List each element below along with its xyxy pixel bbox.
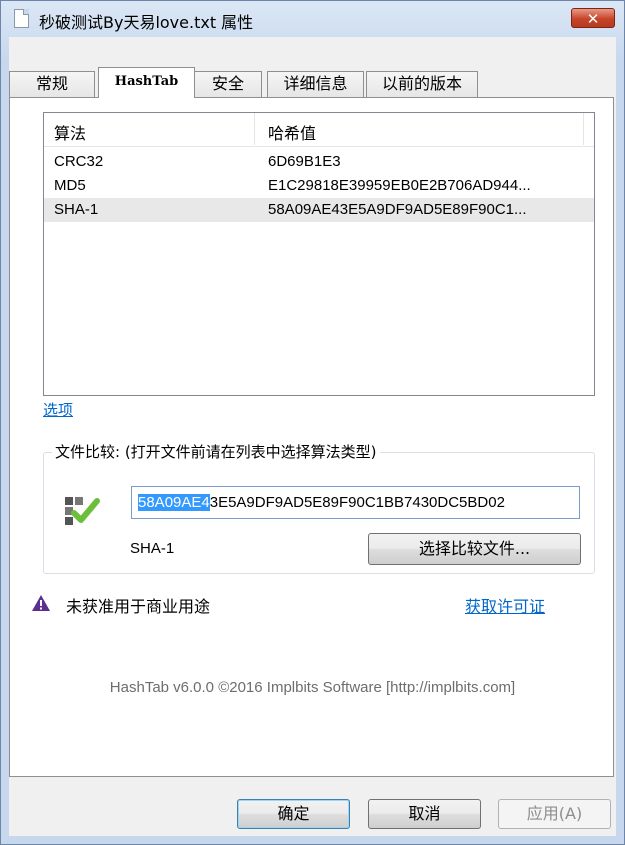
hash-list[interactable]: 算法 哈希值 CRC32 6D69B1E3 MD5 E1C29818E39959… (43, 112, 595, 396)
warning-icon (32, 595, 50, 611)
row-hash: E1C29818E39959EB0E2B706AD944... (268, 177, 531, 194)
row-algorithm: CRC32 (54, 153, 104, 170)
tab-previous-versions[interactable]: 以前的版本 (366, 71, 478, 97)
compare-hash-input[interactable]: 58A09AE43E5A9DF9AD5E89F90C1BB7430DC5BD02 (131, 486, 580, 519)
text-file-icon (14, 9, 29, 28)
compare-algorithm-label: SHA-1 (130, 540, 175, 557)
dialog-body: 常规 HashTab 安全 详细信息 以前的版本 算法 哈希值 CRC32 6D… (9, 37, 616, 836)
tab-general[interactable]: 常规 (9, 71, 95, 97)
input-remaining-text: 3E5A9DF9AD5E89F90C1BB7430DC5BD02 (209, 494, 505, 511)
list-header: 算法 哈希值 (44, 113, 594, 147)
hash-match-icon (65, 497, 100, 525)
row-hash: 58A09AE43E5A9DF9AD5E89F90C1... (268, 201, 527, 218)
column-algorithm[interactable]: 算法 (54, 120, 86, 144)
get-license-link[interactable]: 获取许可证 (465, 593, 545, 617)
select-compare-file-button[interactable]: 选择比较文件... (368, 533, 581, 565)
tab-hashtab[interactable]: HashTab (98, 67, 195, 98)
tab-details[interactable]: 详细信息 (267, 71, 364, 97)
apply-button[interactable]: 应用(A) (498, 799, 611, 829)
input-selected-text: 58A09AE4 (138, 494, 210, 511)
column-separator[interactable] (254, 113, 255, 145)
file-compare-group: 文件比较: (打开文件前请在列表中选择算法类型) 58A09AE43E5A9DF… (43, 441, 595, 574)
hash-row-sha1[interactable]: SHA-1 58A09AE43E5A9DF9AD5E89F90C1... (44, 198, 594, 222)
license-warning-text: 未获准用于商业用途 (66, 597, 211, 616)
hashtab-page: 算法 哈希值 CRC32 6D69B1E3 MD5 E1C29818E39959… (9, 97, 614, 777)
about-text: HashTab v6.0.0 ©2016 Implbits Software [… (109, 679, 516, 696)
options-link[interactable]: 选项 (43, 399, 73, 420)
row-algorithm: SHA-1 (54, 201, 99, 218)
tab-security[interactable]: 安全 (194, 71, 262, 97)
hash-row-crc32[interactable]: CRC32 6D69B1E3 (44, 150, 594, 174)
title-bar[interactable]: 秒破测试By天易love.txt 属性 ✕ (1, 1, 624, 37)
hash-row-md5[interactable]: MD5 E1C29818E39959EB0E2B706AD944... (44, 174, 594, 198)
window-title: 秒破测试By天易love.txt 属性 (39, 13, 254, 32)
cancel-button[interactable]: 取消 (368, 799, 481, 829)
close-button[interactable]: ✕ (571, 8, 615, 28)
column-hash[interactable]: 哈希值 (268, 120, 316, 144)
row-algorithm: MD5 (54, 177, 86, 194)
row-hash: 6D69B1E3 (268, 153, 341, 170)
file-compare-title: 文件比较: (打开文件前请在列表中选择算法类型) (52, 441, 380, 462)
column-separator[interactable] (583, 113, 584, 145)
properties-window: 秒破测试By天易love.txt 属性 ✕ 常规 HashTab 安全 详细信息… (0, 0, 625, 845)
ok-button[interactable]: 确定 (237, 799, 350, 829)
